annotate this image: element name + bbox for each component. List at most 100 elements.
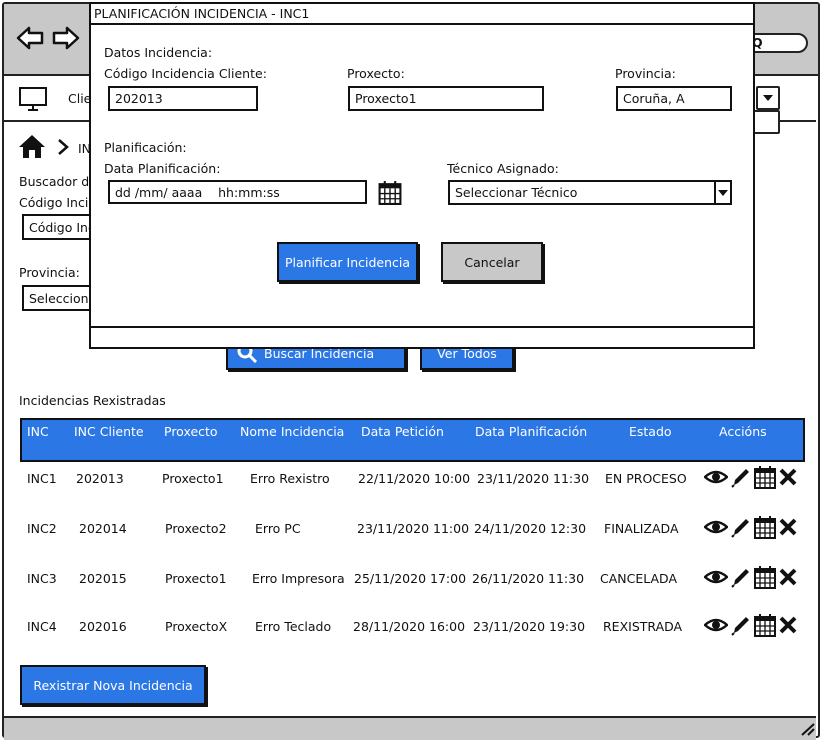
client-label: Clie — [68, 91, 92, 106]
incident-data-section: Datos Incidencia: — [104, 45, 213, 60]
col-data-peticion[interactable]: Data Petición — [361, 424, 444, 439]
calendar-icon[interactable] — [378, 180, 402, 205]
client-code-label: Código Incidencia Cliente: — [104, 66, 267, 81]
technician-select-value: Seleccionar Técnico — [455, 185, 578, 200]
cell-cliente: 202013 — [76, 471, 124, 486]
cell-nome: Erro Teclado — [255, 619, 332, 634]
col-proxecto[interactable]: Proxecto — [164, 424, 218, 439]
client-select-arrow[interactable] — [756, 86, 780, 110]
cell-peticion: 22/11/2020 10:00 — [358, 471, 471, 486]
eye-icon[interactable] — [704, 568, 728, 586]
cell-nome: Erro Impresora — [252, 571, 345, 586]
cell-peticion: 25/11/2020 17:00 — [354, 571, 467, 586]
plan-incident-button-label: Planificar Incidencia — [284, 254, 411, 270]
project-field[interactable]: Proxecto1 — [348, 86, 544, 111]
client-code-field[interactable]: 202013 — [108, 86, 258, 111]
cell-proxecto: ProxectoX — [165, 619, 228, 634]
row-actions — [704, 515, 797, 539]
col-accions: Accións — [719, 424, 767, 439]
province-select-value: Seleccion — [29, 290, 89, 306]
cell-inc: INC3 — [27, 571, 57, 586]
planning-date-value: dd /mm/ aaaa hh:mm:ss — [115, 184, 280, 200]
cell-inc: INC4 — [27, 619, 57, 634]
cell-planificacion: 23/11/2020 19:30 — [473, 619, 586, 634]
row-actions — [704, 565, 797, 589]
calendar-icon[interactable] — [754, 613, 776, 637]
modal-province-value: Coruña, A — [623, 91, 685, 106]
cell-cliente: 202016 — [79, 619, 127, 634]
technician-select[interactable]: Seleccionar Técnico — [448, 180, 732, 205]
cell-planificacion: 24/11/2020 12:30 — [474, 521, 587, 536]
close-icon[interactable] — [779, 568, 797, 586]
monitor-icon — [19, 87, 47, 111]
cell-proxecto: Proxecto1 — [165, 571, 227, 586]
pencil-icon[interactable] — [731, 614, 751, 636]
planning-date-field[interactable]: dd /mm/ aaaa hh:mm:ss — [108, 180, 367, 204]
chevron-right-icon — [58, 139, 69, 155]
pencil-icon[interactable] — [731, 516, 751, 538]
register-incident-button[interactable]: Rexistrar Nova Incidencia — [20, 665, 206, 705]
technician-select-arrow[interactable] — [714, 182, 730, 203]
cell-estado: FINALIZADA — [604, 521, 679, 536]
home-icon[interactable] — [17, 133, 47, 159]
modal-footer-divider — [89, 326, 755, 328]
cell-estado: REXISTRADA — [603, 619, 683, 634]
project-label: Proxecto: — [347, 66, 405, 81]
row-actions — [704, 613, 797, 637]
province-label: Provincia: — [19, 265, 80, 280]
cell-inc: INC2 — [27, 521, 57, 536]
cell-proxecto: Proxecto1 — [162, 471, 224, 486]
cell-cliente: 202015 — [79, 571, 127, 586]
cell-planificacion: 23/11/2020 11:30 — [477, 471, 590, 486]
col-inc-cliente[interactable]: INC Cliente — [74, 424, 144, 439]
pencil-icon[interactable] — [731, 466, 751, 488]
planning-section: Planificación: — [104, 140, 187, 155]
col-estado[interactable]: Estado — [629, 424, 672, 439]
client-code-value: 202013 — [115, 91, 163, 106]
eye-icon[interactable] — [704, 468, 728, 486]
modal-province-field[interactable]: Coruña, A — [616, 86, 732, 111]
calendar-icon[interactable] — [754, 515, 776, 539]
arrow-right-icon[interactable] — [52, 25, 80, 51]
close-icon[interactable] — [779, 468, 797, 486]
cell-proxecto: Proxecto2 — [165, 521, 227, 536]
code-search-input-placeholder: Código Inc — [29, 219, 95, 235]
close-icon[interactable] — [779, 518, 797, 536]
cell-peticion: 23/11/2020 11:00 — [357, 521, 470, 536]
cell-estado: CANCELADA — [600, 571, 678, 586]
cell-inc: INC1 — [27, 471, 57, 486]
register-incident-button-label: Rexistrar Nova Incidencia — [33, 677, 193, 693]
resize-grip-icon[interactable] — [800, 722, 816, 736]
row-actions — [704, 465, 797, 489]
col-nome[interactable]: Nome Incidencia — [240, 424, 344, 439]
cell-nome: Erro Rexistro — [250, 471, 330, 486]
status-bar — [4, 716, 816, 740]
pencil-icon[interactable] — [731, 566, 751, 588]
cell-peticion: 28/11/2020 16:00 — [353, 619, 466, 634]
calendar-icon[interactable] — [754, 565, 776, 589]
cell-cliente: 202014 — [79, 521, 127, 536]
cell-nome: Erro PC — [255, 521, 301, 536]
search-section-title: Buscador d — [19, 174, 90, 189]
chevron-down-icon — [718, 189, 728, 196]
client-select-dropdown[interactable] — [752, 110, 780, 134]
eye-icon[interactable] — [704, 616, 728, 634]
modal-province-label: Provincia: — [615, 66, 676, 81]
planning-date-label: Data Planificación: — [104, 161, 221, 176]
cancel-button-label: Cancelar — [464, 254, 520, 270]
table-title: Incidencias Rexistradas — [19, 393, 166, 408]
close-icon[interactable] — [779, 616, 797, 634]
code-label: Código Inci — [19, 195, 89, 210]
arrow-left-icon[interactable] — [16, 25, 44, 51]
chevron-down-icon — [763, 95, 773, 101]
col-data-planificacion[interactable]: Data Planificación — [475, 424, 587, 439]
col-inc[interactable]: INC — [27, 424, 49, 439]
cell-planificacion: 26/11/2020 11:30 — [472, 571, 585, 586]
plan-incident-button[interactable]: Planificar Incidencia — [277, 242, 418, 282]
project-value: Proxecto1 — [355, 91, 417, 106]
eye-icon[interactable] — [704, 518, 728, 536]
cancel-button[interactable]: Cancelar — [441, 242, 543, 282]
technician-label: Técnico Asignado: — [447, 161, 559, 176]
cell-estado: EN PROCESO — [605, 471, 687, 486]
calendar-icon[interactable] — [754, 465, 776, 489]
